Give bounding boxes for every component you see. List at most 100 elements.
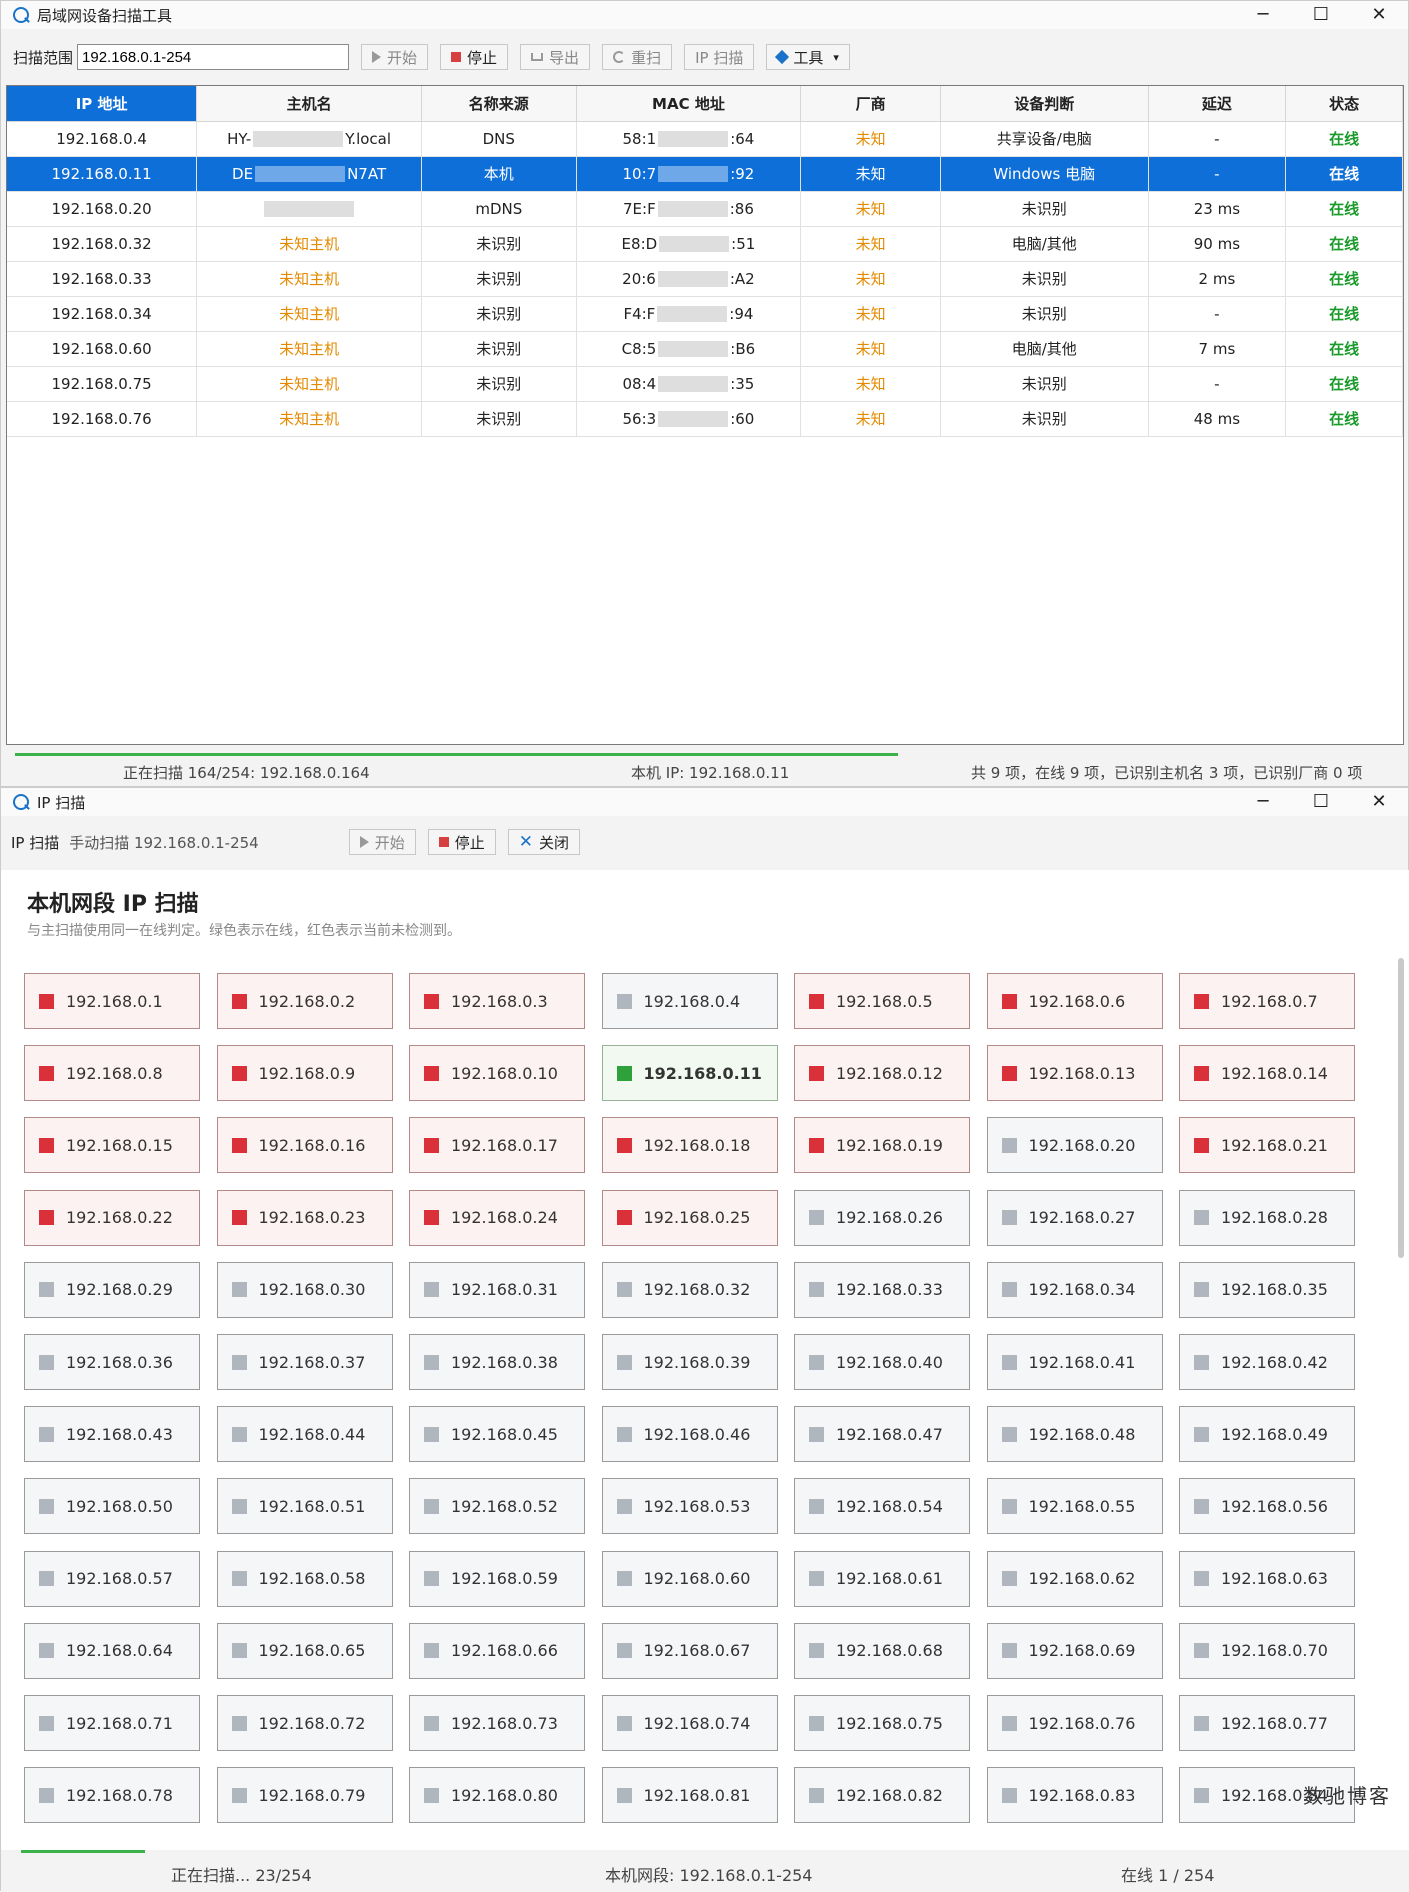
ip-cell[interactable]: 192.168.0.81 xyxy=(601,1767,778,1824)
table-row[interactable]: 192.168.0.20 mDNS 7E:F:86 未知 未识别 23 ms 在… xyxy=(7,191,1403,227)
ip-cell[interactable]: 192.168.0.7 xyxy=(1179,973,1355,1029)
ip-cell[interactable]: 192.168.0.6 xyxy=(986,973,1163,1029)
col-status-header[interactable]: 状态 xyxy=(1285,86,1403,122)
ip-cell[interactable]: 192.168.0.74 xyxy=(601,1695,778,1751)
ip-cell[interactable]: 192.168.0.33 xyxy=(794,1261,970,1318)
ip-cell[interactable]: 192.168.0.15 xyxy=(24,1117,200,1174)
ip-cell[interactable]: 192.168.0.8 xyxy=(24,1045,200,1102)
ip-cell[interactable]: 192.168.0.24 xyxy=(409,1189,585,1246)
ip-cell[interactable]: 192.168.0.55 xyxy=(986,1478,1163,1535)
ip-cell[interactable]: 192.168.0.26 xyxy=(794,1189,970,1246)
close-button[interactable]: ✕ xyxy=(1350,788,1408,816)
ip-cell[interactable]: 192.168.0.62 xyxy=(986,1550,1163,1607)
ip-cell[interactable]: 192.168.0.71 xyxy=(24,1695,200,1751)
ip-cell[interactable]: 192.168.0.50 xyxy=(24,1478,200,1535)
table-row[interactable]: 192.168.0.60 未知主机 未识别 C8:5:B6 未知 电脑/其他 7… xyxy=(7,331,1403,367)
ip-cell[interactable]: 192.168.0.46 xyxy=(601,1406,778,1463)
col-latency-header[interactable]: 延迟 xyxy=(1148,86,1287,122)
ip-cell[interactable]: 192.168.0.1 xyxy=(24,973,200,1029)
col-source-header[interactable]: 名称来源 xyxy=(421,86,577,122)
ip-cell[interactable]: 192.168.0.82 xyxy=(794,1767,970,1824)
rescan-button[interactable]: 重扫 xyxy=(602,44,673,70)
ip-cell[interactable]: 192.168.0.57 xyxy=(24,1550,200,1607)
ip-cell[interactable]: 192.168.0.22 xyxy=(24,1189,200,1246)
ip-cell[interactable]: 192.168.0.43 xyxy=(24,1406,200,1463)
ip-cell[interactable]: 192.168.0.59 xyxy=(409,1550,585,1607)
ip-cell[interactable]: 192.168.0.19 xyxy=(794,1117,970,1174)
ip-scan-button[interactable]: IP 扫描 xyxy=(24,44,755,116)
export-button[interactable]: 导出 xyxy=(520,44,591,70)
ip-cell[interactable]: 192.168.0.11 xyxy=(601,1045,778,1102)
ip-cell[interactable]: 192.168.0.25 xyxy=(601,1189,778,1246)
ip-cell[interactable]: 192.168.0.67 xyxy=(601,1622,778,1679)
ip-cell[interactable]: 192.168.0.41 xyxy=(986,1334,1163,1390)
stop-button[interactable]: 停止 xyxy=(440,44,509,70)
start-button[interactable]: 开始 xyxy=(361,44,429,70)
ip-cell[interactable]: 192.168.0.49 xyxy=(1179,1406,1355,1463)
ip-cell[interactable]: 192.168.0.79 xyxy=(216,1767,393,1824)
col-ip-header[interactable]: IP 地址 xyxy=(7,86,198,122)
table-row[interactable]: 192.168.0.76 未知主机 未识别 56:3:60 未知 未识别 48 … xyxy=(7,401,1403,437)
minimize-button[interactable]: ─ xyxy=(1234,788,1292,816)
table-row-selected[interactable]: 192.168.0.11 DE N7AT 本机 10:7:92 未知 Window… xyxy=(7,156,1403,192)
vertical-scrollbar[interactable] xyxy=(1398,958,1404,1258)
ip-cell[interactable]: 192.168.0.45 xyxy=(409,1406,585,1463)
ip-cell[interactable]: 192.168.0.16 xyxy=(216,1117,393,1174)
ip-cell[interactable]: 192.168.0.12 xyxy=(794,1045,970,1102)
ip-cell[interactable]: 192.168.0.72 xyxy=(216,1695,393,1751)
maximize-button[interactable]: ☐ xyxy=(1292,788,1350,816)
col-vendor-header[interactable]: 厂商 xyxy=(800,86,941,122)
ip-cell[interactable]: 192.168.0.35 xyxy=(1179,1261,1355,1318)
ip-cell[interactable]: 192.168.0.78 xyxy=(24,1767,200,1824)
ip-cell[interactable]: 192.168.0.38 xyxy=(409,1334,585,1390)
ip-cell[interactable]: 192.168.0.40 xyxy=(794,1334,970,1390)
ip-cell[interactable]: 192.168.0.76 xyxy=(986,1695,1163,1751)
ip-cell[interactable]: 192.168.0.13 xyxy=(986,1045,1163,1102)
ip-cell[interactable]: 192.168.0.29 xyxy=(24,1261,200,1318)
ip-cell[interactable]: 192.168.0.3 xyxy=(409,973,585,1029)
ip-close-button[interactable]: ✕ 关闭 xyxy=(507,829,581,855)
ip-cell[interactable]: 192.168.0.34 xyxy=(986,1261,1163,1318)
ip-stop-button[interactable]: 停止 xyxy=(427,829,496,855)
ip-cell[interactable]: 192.168.0.36 xyxy=(24,1334,200,1390)
col-host-header[interactable]: 主机名 xyxy=(196,86,422,122)
ip-cell[interactable]: 192.168.0.37 xyxy=(216,1334,393,1390)
ip-cell[interactable]: 192.168.0.10 xyxy=(409,1045,585,1102)
table-row[interactable]: 192.168.0.75 未知主机 未识别 08:4:35 未知 未识别 - 在… xyxy=(7,366,1403,402)
ip-cell[interactable]: 192.168.0.60 xyxy=(601,1550,778,1607)
ip-cell[interactable]: 192.168.0.56 xyxy=(1179,1478,1355,1535)
ip-cell[interactable]: 192.168.0.17 xyxy=(409,1117,585,1174)
ip-cell[interactable]: 192.168.0.48 xyxy=(986,1406,1163,1463)
ip-start-button[interactable]: 开始 xyxy=(348,829,416,855)
ip-cell[interactable]: 192.168.0.77 xyxy=(1179,1695,1355,1751)
ip-cell[interactable]: 192.168.0.31 xyxy=(409,1261,585,1318)
ip-cell[interactable]: 192.168.0.65 xyxy=(216,1622,393,1679)
col-device-header[interactable]: 设备判断 xyxy=(940,86,1149,122)
close-button[interactable]: ✕ xyxy=(1350,1,1408,29)
ip-cell[interactable]: 192.168.0.23 xyxy=(216,1189,393,1246)
ip-cell[interactable]: 192.168.0.44 xyxy=(216,1406,393,1463)
ip-cell[interactable]: 192.168.0.69 xyxy=(986,1622,1163,1679)
ip-cell[interactable]: 192.168.0.64 xyxy=(24,1622,200,1679)
ip-cell[interactable]: 192.168.0.73 xyxy=(409,1695,585,1751)
ip-cell[interactable]: 192.168.0.51 xyxy=(216,1478,393,1535)
device-table[interactable]: IP 地址 主机名 名称来源 MAC 地址 厂商 设备判断 延迟 状态 192.… xyxy=(6,85,1404,745)
maximize-button[interactable]: ☐ xyxy=(1292,1,1350,29)
ip-cell[interactable]: 192.168.0.68 xyxy=(794,1622,970,1679)
ip-cell[interactable]: 192.168.0.32 xyxy=(601,1261,778,1318)
ip-cell[interactable]: 192.168.0.18 xyxy=(601,1117,778,1174)
ip-cell[interactable]: 192.168.0.39 xyxy=(601,1334,778,1390)
ip-cell[interactable]: 192.168.0.28 xyxy=(1179,1189,1355,1246)
ip-cell[interactable]: 192.168.0.52 xyxy=(409,1478,585,1535)
ip-cell[interactable]: 192.168.0.9 xyxy=(216,1045,393,1102)
ip-cell[interactable]: 192.168.0.2 xyxy=(216,973,393,1029)
table-row[interactable]: 192.168.0.34 未知主机 未识别 F4:F:94 未知 未识别 - 在… xyxy=(7,296,1403,332)
ip-cell[interactable]: 192.168.0.14 xyxy=(1179,1045,1355,1102)
ip-cell[interactable]: 192.168.0.80 xyxy=(409,1767,585,1824)
minimize-button[interactable]: ─ xyxy=(1234,1,1292,29)
table-row[interactable]: 192.168.0.4 HY- Y.local DNS 58:1:64 未知 共享… xyxy=(7,121,1403,157)
ip-cell[interactable]: 192.168.0.66 xyxy=(409,1622,585,1679)
ip-cell[interactable]: 192.168.0.83 xyxy=(986,1767,1163,1824)
ip-cell[interactable]: 192.168.0.4 xyxy=(601,973,778,1029)
ip-cell[interactable]: 192.168.0.30 xyxy=(216,1261,393,1318)
